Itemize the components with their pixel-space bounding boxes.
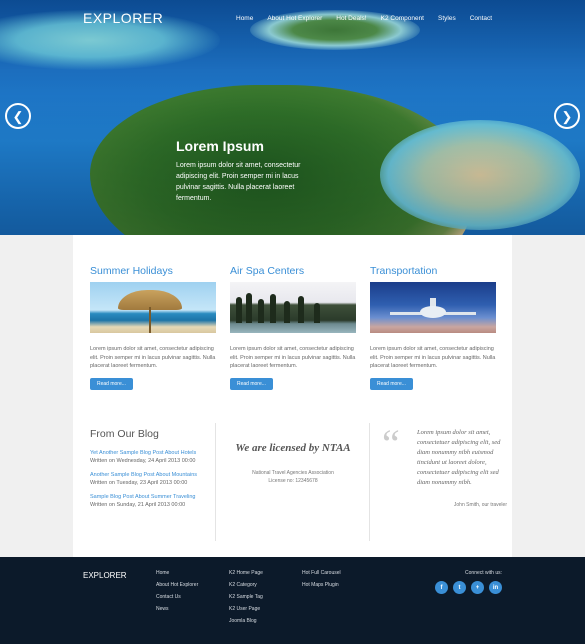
feature-transportation: Transportation Lorem ipsum dolor sit ame… [370,265,496,390]
quote-icon: “ [382,421,400,466]
site-logo[interactable]: EXPLORER [83,10,163,26]
blog-section: From Our Blog Yet Another Sample Blog Po… [90,428,220,516]
feature-summer-holidays: Summer Holidays Lorem ipsum dolor sit am… [90,265,216,390]
nav-item-k2-component[interactable]: K2 Component [381,15,424,22]
slide-caption: Lorem Ipsum Lorem ipsum dolor sit amet, … [176,138,306,204]
footer-menu-main: Home About Hot Explorer Contact Us News [156,570,198,618]
google-plus-icon[interactable]: + [471,581,484,594]
blog-post: Sample Blog Post About Summer Traveling … [90,494,220,508]
blog-post-link[interactable]: Yet Another Sample Blog Post About Hotel… [90,450,220,456]
license-number: License no: 12345678 [268,478,318,484]
main-nav: Home About Hot Explorer Hot Deals! K2 Co… [236,15,506,22]
main-content: Summer Holidays Lorem ipsum dolor sit am… [73,235,512,557]
license-association: National Travel Agencies Association [252,470,334,476]
footer-link-k2-sample-tag[interactable]: K2 Sample Tag [229,594,263,600]
footer-link-carousel[interactable]: Hot Full Carousel [302,570,341,576]
footer-logo[interactable]: EXPLORER [83,571,127,580]
feature-text: Lorem ipsum dolor sit amet, consectetur … [230,346,356,369]
chevron-left-icon: ❮ [12,108,24,124]
read-more-button[interactable]: Read more... [370,377,413,390]
testimonial-text: Lorem ipsum dolor sit amet, consectetuer… [417,429,501,486]
license-block: We are licensed by NTAA National Travel … [233,442,353,485]
footer-link-k2-category[interactable]: K2 Category [229,582,263,588]
footer-menu-k2: K2 Home Page K2 Category K2 Sample Tag K… [229,570,263,630]
testimonial: “ Lorem ipsum dolor sit amet, consectetu… [382,424,507,510]
slide-title: Lorem Ipsum [176,138,264,154]
footer-link-contact[interactable]: Contact Us [156,594,198,600]
read-more-button[interactable]: Read more... [230,377,273,390]
footer-link-k2-home[interactable]: K2 Home Page [229,570,263,576]
forest-lake-image[interactable] [230,282,356,333]
nav-item-contact[interactable]: Contact [470,15,492,22]
social-links: f t + in [430,581,502,594]
feature-text: Lorem ipsum dolor sit amet, consectetur … [370,346,496,369]
feature-title[interactable]: Transportation [370,265,496,277]
blog-title: From Our Blog [90,428,159,440]
testimonial-author: John Smith, our traveler [453,502,507,508]
divider [369,423,370,541]
blog-post: Another Sample Blog Post About Mountains… [90,472,220,486]
nav-item-home[interactable]: Home [236,15,253,22]
nav-item-about[interactable]: About Hot Explorer [267,15,322,22]
footer-menu-plugins: Hot Full Carousel Hot Maps Plugin [302,570,341,594]
blog-post-date: Written on Tuesday, 23 April 2013 00:00 [90,480,188,486]
site-footer: EXPLORER Home About Hot Explorer Contact… [0,557,585,644]
footer-link-news[interactable]: News [156,606,198,612]
footer-link-joomla-blog[interactable]: Joomla Blog [229,618,263,624]
feature-air-spa-centers: Air Spa Centers Lorem ipsum dolor sit am… [230,265,356,390]
blog-post: Yet Another Sample Blog Post About Hotel… [90,450,220,464]
nav-item-hot-deals[interactable]: Hot Deals! [336,15,366,22]
feature-text: Lorem ipsum dolor sit amet, consectetur … [90,346,216,369]
linkedin-icon[interactable]: in [489,581,502,594]
beach-umbrella-image[interactable] [90,282,216,333]
blog-post-link[interactable]: Sample Blog Post About Summer Traveling [90,494,220,500]
divider [215,423,216,541]
footer-link-about[interactable]: About Hot Explorer [156,582,198,588]
license-title: We are licensed by NTAA [235,442,351,454]
twitter-icon[interactable]: t [453,581,466,594]
slider-prev-button[interactable]: ❮ [5,103,31,129]
blog-post-link[interactable]: Another Sample Blog Post About Mountains [90,472,220,478]
read-more-button[interactable]: Read more... [90,377,133,390]
footer-link-home[interactable]: Home [156,570,198,576]
hero-slider: EXPLORER Home About Hot Explorer Hot Dea… [0,0,585,235]
airplane-image[interactable] [370,282,496,333]
facebook-icon[interactable]: f [435,581,448,594]
blog-post-date: Written on Wednesday, 24 April 2013 00:0… [90,458,196,464]
feature-title[interactable]: Summer Holidays [90,265,216,277]
slider-next-button[interactable]: ❯ [554,103,580,129]
chevron-right-icon: ❯ [561,108,573,124]
footer-link-k2-user-page[interactable]: K2 User Page [229,606,263,612]
slide-text: Lorem ipsum dolor sit amet, consectetur … [176,162,301,202]
social-connect: Connect with us: f t + in [430,570,502,594]
feature-title[interactable]: Air Spa Centers [230,265,356,277]
nav-item-styles[interactable]: Styles [438,15,456,22]
blog-post-date: Written on Sunday, 21 April 2013 00:00 [90,502,186,508]
connect-label: Connect with us: [465,570,502,576]
footer-link-maps[interactable]: Hot Maps Plugin [302,582,341,588]
